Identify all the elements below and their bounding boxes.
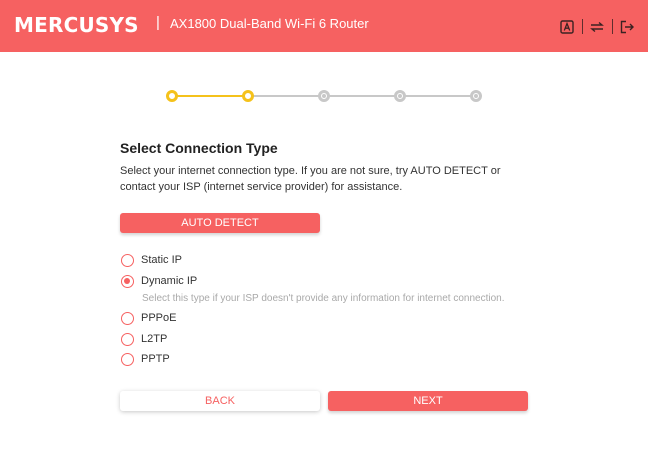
step-1-dot xyxy=(166,90,178,102)
header-icon-divider xyxy=(582,19,583,34)
step-connector-todo xyxy=(248,95,476,97)
step-4-dot xyxy=(394,90,406,102)
page-description: Select your internet connection type. If… xyxy=(120,165,501,193)
next-button[interactable]: NEXT xyxy=(328,391,528,411)
option-static-ip[interactable]: Static IP xyxy=(121,252,182,268)
option-pppoe[interactable]: PPPoE xyxy=(121,310,176,326)
step-connector-done xyxy=(172,95,248,97)
static-ip-radio[interactable] xyxy=(121,253,134,267)
step-5-dot xyxy=(470,90,482,102)
page-title: Select Connection Type xyxy=(120,140,278,156)
option-label: PPTP xyxy=(141,353,170,365)
language-icon[interactable] xyxy=(560,20,574,34)
logout-icon[interactable] xyxy=(620,20,634,34)
step-3-dot xyxy=(318,90,330,102)
auto-detect-button[interactable]: AUTO DETECT xyxy=(120,213,320,233)
pptp-radio[interactable] xyxy=(121,352,134,366)
dynamic-ip-radio[interactable] xyxy=(121,274,134,288)
option-l2tp[interactable]: L2TP xyxy=(121,331,167,347)
network-switch-icon[interactable] xyxy=(590,20,604,34)
option-label: PPPoE xyxy=(141,312,177,324)
top-header: MERCUSYS | AX1800 Dual-Band Wi-Fi 6 Rout… xyxy=(0,0,648,52)
header-icon-divider xyxy=(612,19,613,34)
setup-progress-stepper xyxy=(166,88,484,104)
pppoe-radio[interactable] xyxy=(121,311,134,325)
option-label: L2TP xyxy=(141,333,168,345)
brand-logo: MERCUSYS xyxy=(14,13,139,37)
option-label: Dynamic IP xyxy=(141,275,198,287)
header-separator: | xyxy=(156,14,160,31)
router-model: AX1800 Dual-Band Wi-Fi 6 Router xyxy=(170,16,369,31)
option-pptp[interactable]: PPTP xyxy=(121,351,170,367)
option-label: Static IP xyxy=(141,254,182,266)
dynamic-ip-hint: Select this type if your ISP doesn't pro… xyxy=(142,293,505,304)
step-2-dot xyxy=(242,90,254,102)
l2tp-radio[interactable] xyxy=(121,332,134,346)
option-dynamic-ip[interactable]: Dynamic IP xyxy=(121,273,197,289)
back-button[interactable]: BACK xyxy=(120,391,320,411)
